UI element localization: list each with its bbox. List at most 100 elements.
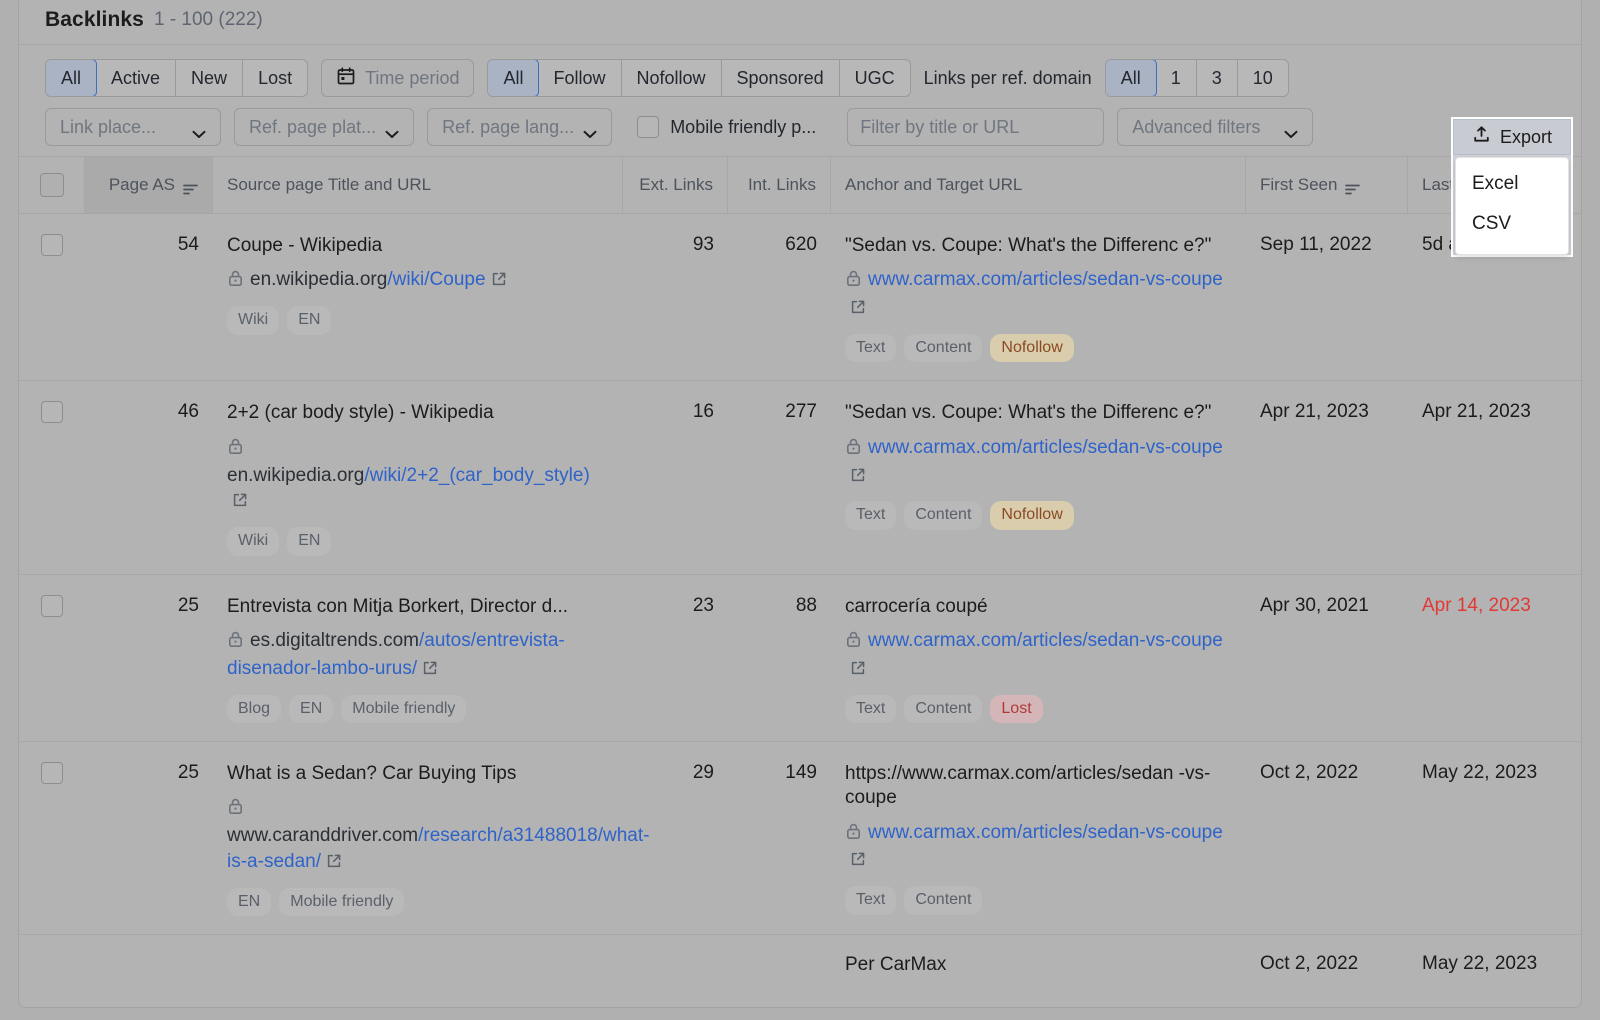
- target-url[interactable]: www.carmax.com/articles/sedan-vs-coupe: [845, 435, 1232, 491]
- source-cell: What is a Sedan? Car Buying Tips www.cara…: [213, 762, 649, 917]
- source-url[interactable]: es.digitaltrends.com/autos/entrevista-di…: [227, 628, 609, 684]
- badge: EN: [287, 306, 332, 335]
- export-option-excel[interactable]: Excel: [1456, 164, 1568, 204]
- chevron-down-icon: [583, 123, 597, 138]
- select-all-checkbox[interactable]: [39, 173, 64, 197]
- badge: Content: [904, 333, 983, 363]
- follow-filter-ugc[interactable]: UGC: [840, 60, 910, 96]
- lock-icon: [845, 437, 862, 463]
- anchor-badges: Text Content: [845, 886, 1232, 915]
- target-url[interactable]: www.carmax.com/articles/sedan-vs-coupe: [845, 628, 1232, 684]
- external-link-icon[interactable]: [422, 658, 438, 684]
- follow-filter-follow[interactable]: Follow: [538, 60, 622, 96]
- status-filter-new[interactable]: New: [176, 60, 244, 96]
- external-link-icon[interactable]: [326, 851, 342, 877]
- links-per-domain-all[interactable]: All: [1105, 60, 1157, 96]
- row-checkbox[interactable]: [41, 594, 63, 617]
- anchor-badges: Text Content Nofollow: [845, 333, 1232, 363]
- row-select-cell[interactable]: [19, 401, 85, 424]
- results-count: 1 - 100 (222): [153, 8, 263, 30]
- anchor-text: "Sedan vs. Coupe: What's the Differenc e…: [845, 402, 1212, 424]
- external-link-icon[interactable]: [491, 269, 507, 295]
- lock-icon: [227, 797, 244, 823]
- badge: Text: [845, 501, 897, 530]
- column-header-page-as[interactable]: Page AS: [85, 157, 213, 213]
- last-seen-date: May 22, 2023: [1422, 953, 1538, 975]
- source-url[interactable]: www.caranddriver.com/research/a31488018/…: [227, 795, 649, 877]
- upload-icon: [1472, 125, 1491, 149]
- follow-filter-sponsored[interactable]: Sponsored: [722, 60, 840, 96]
- status-filter-lost[interactable]: Lost: [243, 60, 307, 96]
- url-domain: www.carmax.com: [868, 629, 1017, 651]
- time-period-picker[interactable]: Time period: [321, 59, 475, 97]
- int-links-value: 149: [785, 761, 817, 783]
- table-row[interactable]: 25 Entrevista con Mitja Borkert, Director…: [19, 575, 1581, 742]
- row-select-cell[interactable]: [19, 234, 85, 256]
- column-label: Page AS: [108, 175, 175, 194]
- source-url[interactable]: en.wikipedia.org/wiki/Coupe: [227, 267, 609, 295]
- table-row[interactable]: 46 2+2 (car body style) - Wikipedia en.wik…: [19, 381, 1581, 575]
- backlinks-table: Page AS Source page Title and URL Ext. L…: [19, 156, 1581, 977]
- links-per-domain-1[interactable]: 1: [1156, 60, 1197, 96]
- export-label: Export: [1499, 126, 1553, 147]
- row-select-cell[interactable]: [19, 761, 85, 784]
- lock-icon: [845, 630, 862, 656]
- follow-filter-all[interactable]: All: [488, 60, 540, 96]
- link-placement-dropdown[interactable]: Link place...: [45, 108, 221, 146]
- badge: Content: [904, 886, 983, 915]
- mobile-friendly-checkbox[interactable]: Mobile friendly p...: [637, 116, 816, 138]
- export-option-csv[interactable]: CSV: [1456, 204, 1568, 244]
- target-url[interactable]: www.carmax.com/articles/sedan-vs-coupe: [845, 267, 1232, 323]
- anchor-cell: "Sedan vs. Coupe: What's the Differenc e…: [831, 234, 1246, 363]
- anchor-text: https://www.carmax.com/articles/sedan -v…: [845, 762, 1211, 809]
- row-select-cell[interactable]: [19, 594, 85, 617]
- page-as-value: 25: [177, 594, 199, 616]
- ref-page-language-dropdown[interactable]: Ref. page lang...: [427, 108, 613, 146]
- first-seen-date: Sep 11, 2022: [1260, 234, 1372, 255]
- links-per-domain-3[interactable]: 3: [1197, 60, 1238, 96]
- column-header-anchor[interactable]: Anchor and Target URL: [831, 157, 1246, 213]
- external-link-icon[interactable]: [850, 849, 866, 875]
- export-focus-frame: Export Excel CSV: [1451, 117, 1573, 257]
- search-input[interactable]: [848, 116, 1104, 138]
- export-button[interactable]: Export: [1453, 119, 1571, 155]
- table-row[interactable]: 54 Coupe - Wikipedia en.wikipedia.org/wiki…: [19, 214, 1581, 382]
- table-row[interactable]: 25 What is a Sedan? Car Buying Tips www.ca…: [19, 742, 1581, 936]
- ref-page-platform-dropdown[interactable]: Ref. page plat...: [234, 108, 415, 146]
- url-domain: en.wikipedia.org: [250, 269, 388, 291]
- url-domain: www.carmax.com: [868, 436, 1017, 458]
- target-url[interactable]: www.carmax.com/articles/sedan-vs-coupe: [845, 820, 1232, 876]
- filters-row-secondary: Link place... Ref. page plat... Ref. pag…: [45, 108, 1555, 146]
- links-per-domain-group: All 1 3 10: [1104, 59, 1289, 97]
- links-per-domain-10[interactable]: 10: [1238, 60, 1288, 96]
- status-filter-active[interactable]: Active: [96, 60, 177, 96]
- column-header-source[interactable]: Source page Title and URL: [213, 157, 623, 213]
- external-link-icon[interactable]: [232, 490, 248, 516]
- row-checkbox[interactable]: [41, 761, 63, 784]
- source-title: Entrevista con Mitja Borkert, Director d…: [227, 595, 569, 617]
- follow-filter-nofollow[interactable]: Nofollow: [622, 60, 722, 96]
- advanced-filters-dropdown[interactable]: Advanced filters: [1117, 108, 1314, 146]
- anchor-cell: "Sedan vs. Coupe: What's the Differenc e…: [831, 401, 1246, 530]
- badge: Content: [904, 501, 983, 530]
- chevron-down-icon: [192, 123, 206, 138]
- external-link-icon[interactable]: [850, 658, 866, 684]
- page-as-value: 54: [177, 234, 199, 255]
- anchor-cell: carrocería coupé www.carmax.com/articles/…: [831, 595, 1246, 723]
- column-header-int-links[interactable]: Int. Links: [728, 157, 831, 213]
- follow-filter-group: All Follow Nofollow Sponsored UGC: [487, 59, 911, 97]
- column-header-first-seen[interactable]: First Seen: [1246, 157, 1408, 213]
- row-checkbox[interactable]: [41, 234, 63, 256]
- column-label: First Seen: [1260, 175, 1338, 194]
- column-header-ext-links[interactable]: Ext. Links: [623, 157, 728, 213]
- external-link-icon[interactable]: [850, 465, 866, 491]
- status-filter-all[interactable]: All: [46, 60, 98, 96]
- ext-links-value: 23: [692, 594, 714, 616]
- select-all-cell[interactable]: [19, 157, 85, 213]
- column-label: Anchor and Target URL: [845, 175, 1023, 194]
- source-url[interactable]: en.wikipedia.org/wiki/2+2_(car_body_styl…: [227, 435, 609, 516]
- url-path: /articles/sedan-vs-coupe: [1016, 436, 1223, 458]
- external-link-icon[interactable]: [850, 297, 866, 323]
- row-checkbox[interactable]: [41, 401, 63, 424]
- anchor-text: "Sedan vs. Coupe: What's the Differenc e…: [845, 235, 1212, 256]
